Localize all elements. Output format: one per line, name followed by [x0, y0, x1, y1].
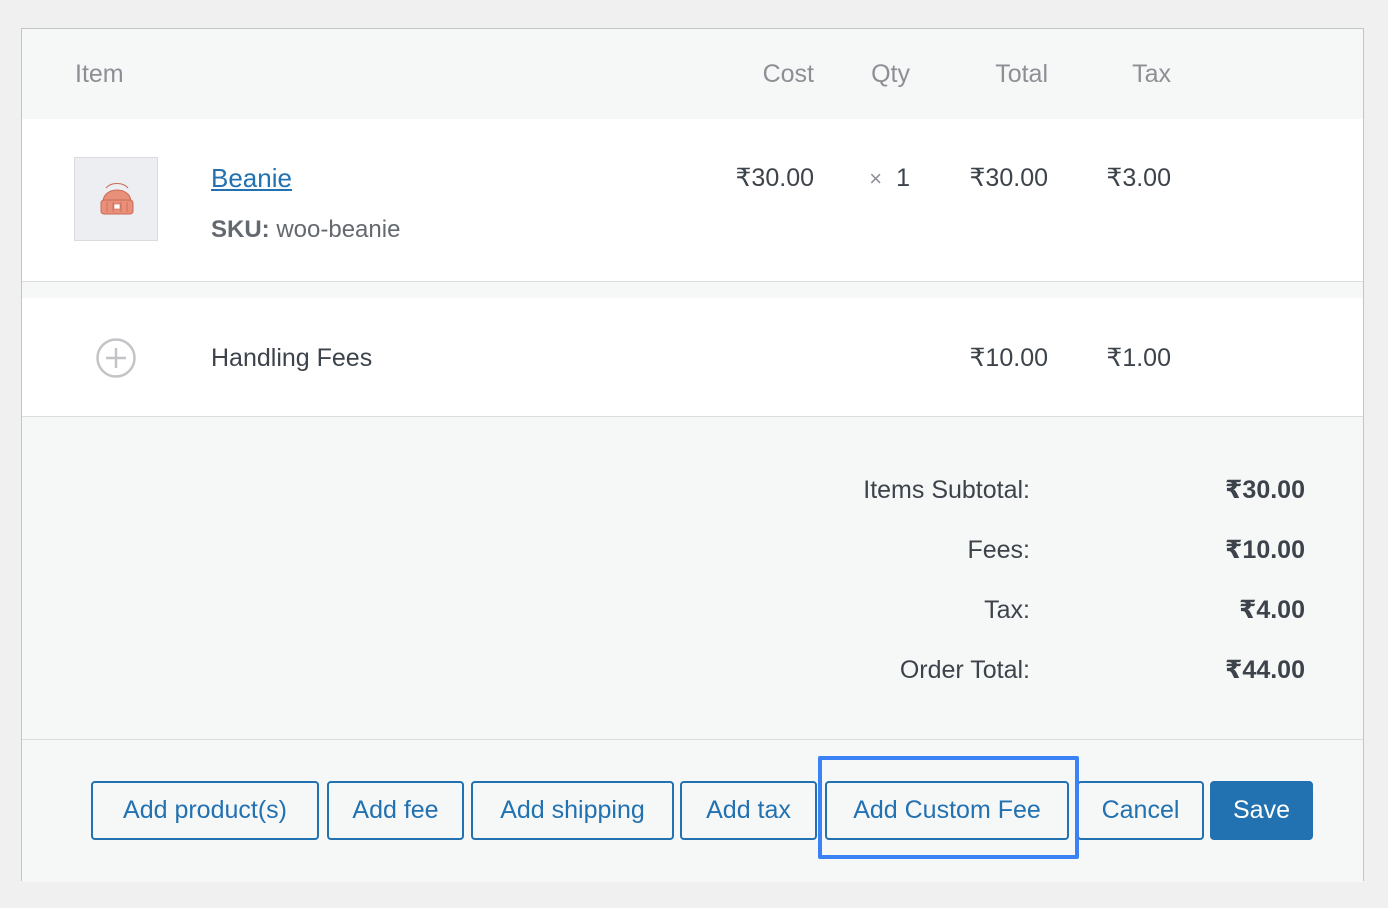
order-total-row: Order Total: ₹44.00 [22, 653, 1363, 687]
items-table-header: Item Cost Qty Total Tax [22, 29, 1363, 119]
order-totals: Items Subtotal: ₹30.00 Fees: ₹10.00 Tax:… [22, 417, 1363, 740]
fees-label: Fees: [967, 536, 1030, 564]
product-name-link[interactable]: Beanie [211, 162, 292, 194]
header-total: Total [995, 60, 1048, 88]
fees-value: ₹10.00 [1225, 536, 1305, 564]
plus-circle-icon [96, 338, 136, 378]
times-icon: × [869, 166, 883, 191]
add-shipping-button[interactable]: Add shipping [471, 781, 674, 840]
product-cost: ₹30.00 [735, 164, 814, 192]
fees-row: Fees: ₹10.00 [22, 533, 1363, 567]
sku-value: woo-beanie [276, 216, 401, 243]
fee-name: Handling Fees [211, 344, 373, 372]
items-subtotal-label: Items Subtotal: [863, 476, 1030, 504]
header-cost: Cost [762, 60, 814, 88]
order-total-value: ₹44.00 [1225, 656, 1305, 684]
header-tax: Tax [1132, 60, 1171, 88]
product-sku: SKU: woo-beanie [211, 215, 400, 245]
order-total-label: Order Total: [899, 656, 1030, 684]
save-button[interactable]: Save [1210, 781, 1313, 840]
add-products-button[interactable]: Add product(s) [91, 781, 319, 840]
fee-tax: ₹1.00 [1106, 344, 1171, 372]
product-qty: × 1 [869, 162, 910, 195]
items-subtotal-row: Items Subtotal: ₹30.00 [22, 473, 1363, 507]
tax-total-label: Tax: [984, 596, 1030, 624]
add-fee-button[interactable]: Add fee [327, 781, 464, 840]
beanie-hat-icon [100, 183, 134, 215]
sku-label: SKU: [211, 216, 270, 243]
fee-row: Handling Fees ₹10.00 ₹1.00 [22, 298, 1363, 417]
product-tax: ₹3.00 [1106, 164, 1171, 192]
row-divider [22, 282, 1363, 298]
tax-total-row: Tax: ₹4.00 [22, 593, 1363, 627]
add-tax-button[interactable]: Add tax [680, 781, 817, 840]
fee-total: ₹10.00 [969, 344, 1048, 372]
items-subtotal-value: ₹30.00 [1225, 476, 1305, 504]
qty-value: 1 [896, 164, 910, 192]
header-item: Item [75, 60, 124, 88]
product-thumbnail[interactable] [74, 157, 158, 241]
add-custom-fee-button[interactable]: Add Custom Fee [825, 781, 1069, 840]
line-item-row: Beanie SKU: woo-beanie ₹30.00 × 1 ₹30.00 … [22, 119, 1363, 282]
order-actions: Add product(s) Add fee Add shipping Add … [22, 740, 1363, 882]
product-total: ₹30.00 [969, 164, 1048, 192]
header-qty: Qty [871, 60, 910, 88]
tax-total-value: ₹4.00 [1238, 596, 1305, 624]
cancel-button[interactable]: Cancel [1077, 781, 1204, 840]
order-items-panel: Item Cost Qty Total Tax Beanie SKU: woo-… [21, 28, 1364, 882]
